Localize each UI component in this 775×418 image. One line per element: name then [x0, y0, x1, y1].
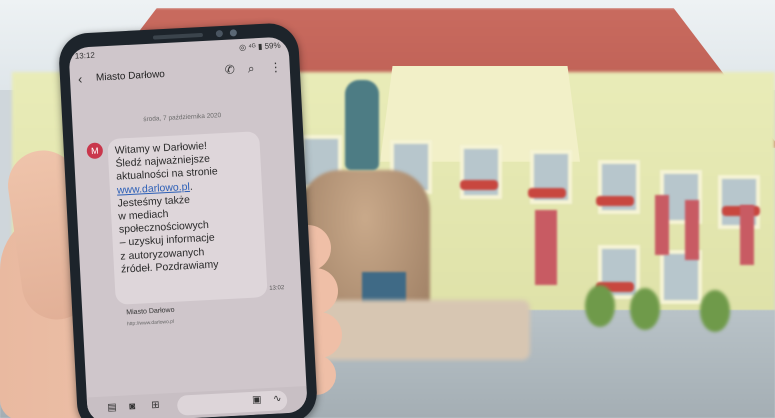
more-icon[interactable]: ⋮	[269, 60, 282, 75]
sticker-icon[interactable]: ▣	[252, 394, 262, 405]
window	[460, 145, 502, 199]
phone-speaker	[152, 32, 204, 40]
link-preview-url[interactable]: http://www.darlowo.pl	[127, 319, 174, 327]
back-arrow-icon[interactable]: ‹	[78, 71, 83, 86]
smartphone: 13:12 ◎ ⁴ᴳ ▮ 59% ‹ Miasto Darłowo ✆ ⌕ ⋮ …	[57, 21, 319, 418]
message-time: 13:02	[269, 285, 285, 292]
phone-icon[interactable]: ✆	[224, 62, 235, 77]
shrub	[585, 285, 615, 327]
phone-screen: 13:12 ◎ ⁴ᴳ ▮ 59% ‹ Miasto Darłowo ✆ ⌕ ⋮ …	[68, 36, 308, 418]
shrub	[700, 290, 730, 332]
message-punctuation: .	[189, 180, 194, 193]
message-line: w mediach	[117, 208, 169, 223]
red-banner	[535, 210, 557, 285]
flag	[655, 195, 669, 255]
flower-box	[596, 196, 634, 206]
link-preview-title[interactable]: Miasto Darłowo	[126, 307, 175, 317]
front-camera	[215, 29, 224, 38]
sensor	[229, 29, 238, 37]
flag	[740, 205, 754, 265]
camera-icon[interactable]: ◙	[129, 401, 136, 412]
flag	[685, 200, 699, 260]
status-time: 13:12	[74, 50, 96, 61]
attach-icon[interactable]: ▤	[107, 402, 117, 413]
flower-box	[528, 188, 566, 198]
apps-icon[interactable]: ⊞	[151, 400, 160, 411]
message-input[interactable]	[176, 390, 288, 416]
voice-icon[interactable]: ∿	[273, 393, 282, 404]
avatar[interactable]: M	[86, 142, 104, 160]
statue	[345, 80, 379, 170]
shrub	[630, 288, 660, 330]
search-icon[interactable]: ⌕	[247, 61, 255, 76]
flower-box	[460, 180, 498, 190]
message-bubble[interactable]: Witamy w Darłowie! Śledź najważniejsze a…	[107, 131, 268, 305]
status-indicators: ◎ ⁴ᴳ ▮ 59%	[238, 40, 281, 53]
compose-bar: ▤ ◙ ⊞ ▣ ∿	[86, 386, 308, 418]
date-separator: środa, 7 października 2020	[143, 112, 222, 124]
message-line: Jesteśmy także	[117, 193, 191, 210]
message-text: Witamy w Darłowie! Śledź najważniejsze a…	[115, 138, 260, 277]
photo-scene: 13:12 ◎ ⁴ᴳ ▮ 59% ‹ Miasto Darłowo ✆ ⌕ ⋮ …	[0, 0, 775, 418]
contact-name: Miasto Darłowo	[95, 69, 166, 84]
